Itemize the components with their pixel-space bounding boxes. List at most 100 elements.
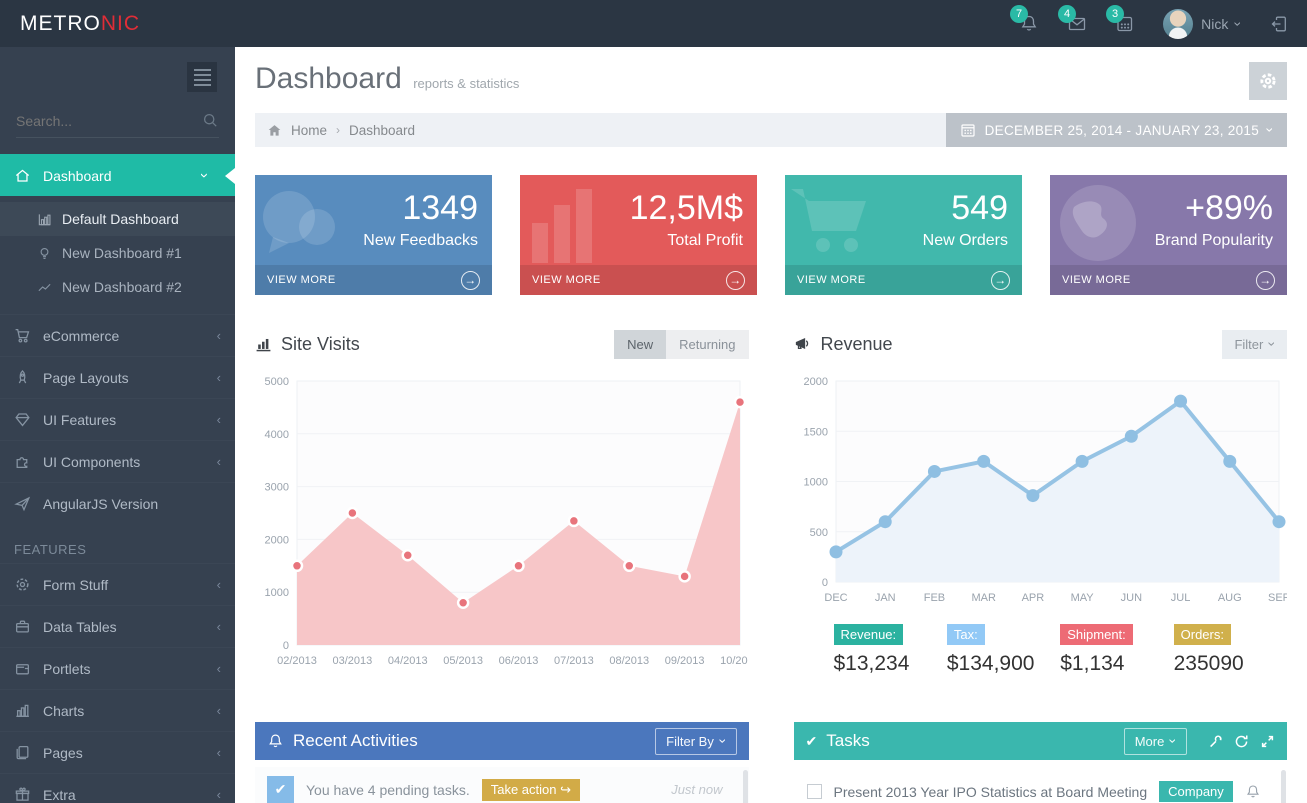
check-icon: ✔	[267, 776, 294, 803]
svg-text:0: 0	[283, 640, 289, 652]
chevron-left-icon: ‹	[217, 370, 221, 385]
settings-button[interactable]	[1249, 62, 1287, 100]
bell-icon	[267, 733, 284, 750]
svg-text:MAY: MAY	[1070, 592, 1094, 604]
stat-card-feedbacks[interactable]: 1349 New Feedbacks VIEW MORE →	[255, 175, 492, 295]
take-action-button[interactable]: Take action ↪	[482, 779, 580, 801]
svg-text:10/2013: 10/2013	[720, 655, 748, 667]
stat-label: New Orders	[923, 232, 1008, 250]
sidebar-item-dashboard[interactable]: Dashboard ›	[0, 154, 235, 196]
sidebar-item-label: Form Stuff	[43, 577, 108, 593]
view-more-bar[interactable]: VIEW MORE →	[520, 265, 757, 295]
notifications-button[interactable]: 7	[1019, 14, 1039, 34]
bell-icon[interactable]	[1245, 784, 1261, 800]
sidebar-item-label: AngularJS Version	[43, 496, 158, 512]
arrow-right-icon: →	[991, 271, 1010, 290]
rocket-icon	[14, 369, 31, 386]
revenue-portlet: Revenue Filter › 0500100015002000DECJANF…	[794, 325, 1288, 676]
refresh-icon[interactable]	[1234, 734, 1249, 749]
sidebar-item-ecommerce[interactable]: eCommerce ‹	[0, 314, 235, 356]
sidebar-item-page-layouts[interactable]: Page Layouts ‹	[0, 356, 235, 398]
stat-label: Total Profit	[667, 232, 743, 250]
search-input[interactable]	[16, 113, 202, 129]
filter-by-button[interactable]: Filter By ›	[655, 728, 736, 755]
cart-icon	[789, 183, 879, 265]
svg-text:MAR: MAR	[971, 592, 996, 604]
site-visits-header: Site Visits New Returning	[255, 325, 749, 363]
sidebar-item-charts[interactable]: Charts ‹	[0, 689, 235, 731]
sidebar-item-ui-components[interactable]: UI Components ‹	[0, 440, 235, 482]
filter-label: Filter	[1234, 337, 1263, 352]
sidebar-item-portlets[interactable]: Portlets ‹	[0, 647, 235, 689]
view-more-bar[interactable]: VIEW MORE →	[785, 265, 1022, 295]
sidebar-item-form-stuff[interactable]: Form Stuff ‹	[0, 563, 235, 605]
panel-title: Recent Activities	[293, 731, 418, 751]
chevron-left-icon: ‹	[217, 661, 221, 676]
sidebar-item-pages[interactable]: Pages ‹	[0, 731, 235, 773]
sidebar-toggle-button[interactable]	[187, 62, 217, 92]
logo-metro: METRO	[20, 12, 101, 35]
breadcrumb-home[interactable]: Home	[291, 123, 327, 138]
revenue-filter-button[interactable]: Filter ›	[1222, 330, 1287, 359]
activity-item[interactable]: ✔ You have 4 pending tasks. Take action …	[255, 767, 749, 803]
svg-text:04/2013: 04/2013	[388, 655, 428, 667]
site-visits-portlet: Site Visits New Returning 01000200030004…	[255, 325, 749, 676]
filter-by-label: Filter By	[666, 734, 714, 749]
date-range-picker[interactable]: DECEMBER 25, 2014 - JANUARY 23, 2015 ›	[946, 113, 1287, 147]
svg-text:2000: 2000	[803, 376, 827, 388]
user-menu[interactable]: Nick ›	[1163, 9, 1241, 39]
main-content: Dashboard reports & statistics Home › Da…	[235, 47, 1307, 803]
svg-text:07/2013: 07/2013	[554, 655, 594, 667]
search-icon[interactable]	[202, 112, 219, 129]
arrow-right-icon: →	[1256, 271, 1275, 290]
scrollbar-thumb[interactable]	[743, 770, 748, 803]
stat-card-popularity[interactable]: +89% Brand Popularity VIEW MORE →	[1050, 175, 1287, 295]
view-more-bar[interactable]: VIEW MORE →	[1050, 265, 1287, 295]
view-more-label: VIEW MORE	[1062, 274, 1131, 286]
tab-returning[interactable]: Returning	[666, 330, 748, 359]
sidebar-item-angularjs-version[interactable]: AngularJS Version	[0, 482, 235, 524]
tab-new[interactable]: New	[614, 330, 666, 359]
inbox-button[interactable]: 4	[1067, 14, 1087, 34]
stat-value: 549	[951, 189, 1008, 228]
more-button[interactable]: More ›	[1124, 728, 1187, 755]
svg-text:4000: 4000	[265, 429, 289, 441]
sidebar-item-extra[interactable]: Extra ‹	[0, 773, 235, 803]
sidebar-item-label: Default Dashboard	[62, 211, 179, 227]
home-icon	[14, 167, 31, 184]
sidebar-item-ui-features[interactable]: UI Features ‹	[0, 398, 235, 440]
sidebar-item-label: Page Layouts	[43, 370, 129, 386]
scrollbar-thumb[interactable]	[1281, 770, 1286, 803]
take-action-label: Take action	[491, 782, 557, 797]
view-more-bar[interactable]: VIEW MORE →	[255, 265, 492, 295]
stat-card-orders[interactable]: 549 New Orders VIEW MORE →	[785, 175, 1022, 295]
sidebar-item-new-dashboard-2[interactable]: New Dashboard #2	[0, 270, 235, 304]
tasks-list: Present 2013 Year IPO Statistics at Boar…	[794, 760, 1288, 803]
user-name: Nick	[1201, 16, 1228, 32]
inbox-badge: 4	[1058, 5, 1076, 23]
svg-text:AUG: AUG	[1217, 592, 1241, 604]
wrench-icon[interactable]	[1208, 734, 1223, 749]
chevron-down-icon: ›	[1264, 128, 1278, 133]
bottom-panels-row: Recent Activities Filter By › ✔ You have…	[255, 722, 1287, 803]
todo-button[interactable]: 3	[1115, 14, 1135, 34]
calendar-icon	[960, 122, 976, 138]
tasks-panel: ✔ Tasks More › Present 2013 Y	[794, 722, 1288, 803]
gift-icon	[14, 786, 31, 803]
logo[interactable]: METRONIC	[20, 12, 140, 36]
logout-button[interactable]	[1269, 14, 1289, 34]
expand-icon[interactable]	[1260, 734, 1275, 749]
sidebar-item-label: Dashboard	[43, 168, 112, 184]
recent-activities-panel: Recent Activities Filter By › ✔ You have…	[255, 722, 749, 803]
sidebar-item-default-dashboard[interactable]: Default Dashboard	[0, 202, 235, 236]
task-checkbox[interactable]	[807, 784, 822, 799]
sidebar-item-data-tables[interactable]: Data Tables ‹	[0, 605, 235, 647]
page-subtitle: reports & statistics	[413, 76, 519, 91]
task-text: Present 2013 Year IPO Statistics at Boar…	[834, 784, 1148, 800]
stat-card-profit[interactable]: 12,5M$ Total Profit VIEW MORE →	[520, 175, 757, 295]
stat-badge: Tax:	[947, 624, 985, 645]
chevron-down-icon: ›	[1167, 739, 1181, 744]
sidebar-item-new-dashboard-1[interactable]: New Dashboard #1	[0, 236, 235, 270]
svg-text:JAN: JAN	[874, 592, 895, 604]
wallet-icon	[14, 660, 31, 677]
